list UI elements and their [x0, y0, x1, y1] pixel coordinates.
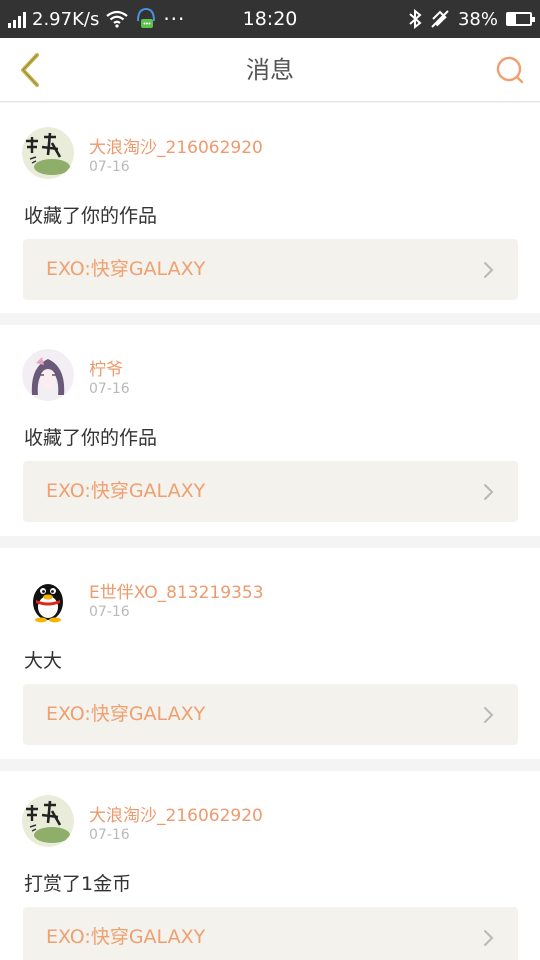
message-action: 收藏了你的作品: [24, 205, 158, 227]
back-button[interactable]: [10, 50, 50, 90]
message-action: 收藏了你的作品: [24, 427, 158, 449]
chevron-right-icon: [484, 262, 494, 278]
message-card: 大浪淘沙_216062920 07-16 打赏了1金币 EXO:快穿GALAXY: [0, 771, 540, 960]
mute-icon: [431, 10, 449, 28]
message-date: 07-16: [89, 827, 130, 843]
work-link[interactable]: EXO:快穿GALAXY: [23, 239, 518, 300]
message-date: 07-16: [89, 381, 130, 397]
user-name[interactable]: 大浪淘沙_216062920: [89, 133, 263, 158]
message-card: 大浪淘沙_216062920 07-16 收藏了你的作品 EXO:快穿GALAX…: [0, 103, 540, 313]
calligraphy-avatar-icon: [22, 127, 74, 179]
work-title: EXO:快穿GALAXY: [46, 926, 206, 948]
user-name[interactable]: E世伴XO_813219353: [89, 578, 264, 603]
avatar[interactable]: [22, 572, 74, 624]
work-title: EXO:快穿GALAXY: [46, 480, 206, 502]
battery-icon: [506, 12, 535, 26]
search-button[interactable]: [490, 50, 530, 90]
message-card: 柠爷 07-16 收藏了你的作品 EXO:快穿GALAXY: [0, 325, 540, 536]
work-title: EXO:快穿GALAXY: [46, 258, 206, 280]
message-action: 大大: [24, 650, 63, 672]
chevron-right-icon: [484, 484, 494, 500]
message-date: 07-16: [89, 159, 130, 175]
battery-percent: 38%: [457, 8, 498, 30]
avatar[interactable]: [22, 795, 74, 847]
message-date: 07-16: [89, 604, 130, 620]
message-list: 大浪淘沙_216062920 07-16 收藏了你的作品 EXO:快穿GALAX…: [0, 103, 540, 960]
work-link[interactable]: EXO:快穿GALAXY: [23, 461, 518, 522]
chevron-right-icon: [484, 707, 494, 723]
anime-girl-avatar-icon: [22, 349, 74, 401]
message-card: E世伴XO_813219353 07-16 大大 EXO:快穿GALAXY: [0, 548, 540, 759]
search-icon: [496, 56, 524, 84]
work-link[interactable]: EXO:快穿GALAXY: [23, 907, 518, 960]
page-title: 消息: [246, 56, 294, 84]
user-name[interactable]: 柠爷: [89, 355, 123, 380]
work-link[interactable]: EXO:快穿GALAXY: [23, 684, 518, 745]
qq-penguin-avatar-icon: [22, 572, 74, 624]
bluetooth-icon: [409, 9, 422, 29]
message-action: 打赏了1金币: [24, 873, 132, 895]
work-title: EXO:快穿GALAXY: [46, 703, 206, 725]
back-arrow-icon: [21, 53, 39, 87]
user-name[interactable]: 大浪淘沙_216062920: [89, 801, 263, 826]
avatar[interactable]: [22, 127, 74, 179]
avatar[interactable]: [22, 349, 74, 401]
status-bar: 2.97K/s ··· 18:20 38%: [0, 0, 540, 38]
nav-bar: 消息: [0, 38, 540, 102]
calligraphy-avatar-icon: [22, 795, 74, 847]
chevron-right-icon: [484, 930, 494, 946]
